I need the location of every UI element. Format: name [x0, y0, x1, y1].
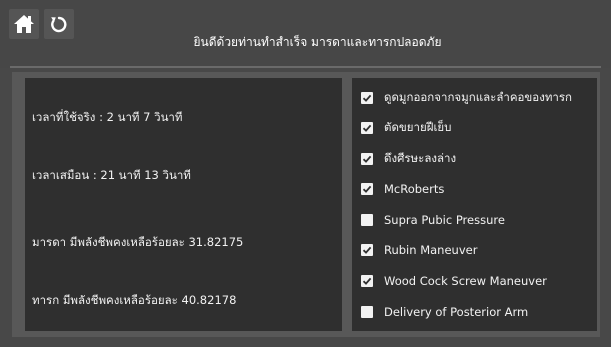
checklist-item-label: Rubin Maneuver	[384, 243, 478, 257]
restart-icon	[51, 16, 67, 33]
checklist-item-label: Supra Pubic Pressure	[384, 213, 505, 227]
checkbox	[361, 306, 373, 318]
checkbox	[361, 122, 373, 134]
checklist-panel: ดูดมูกออกจากจมูกและลำคอของทารก ตัดขยายฝี…	[352, 78, 597, 331]
checkmark-icon	[362, 185, 372, 193]
checklist-item-label: ดูดมูกออกจากจมูกและลำคอของทารก	[384, 90, 572, 104]
baby-life-stat: ทารก มีพลังชีพคงเหลือร้อยละ 40.82178	[32, 293, 237, 307]
mother-life-stat: มารดา มีพลังชีพคงเหลือร้อยละ 31.82175	[32, 235, 244, 249]
real-time-stat: เวลาที่ใช้จริง : 2 นาที 7 วินาที	[32, 110, 183, 124]
page-title: ยินดีด้วยท่านทำสำเร็จ มารดาและทารกปลอดภั…	[193, 35, 442, 49]
checklist-item: ตัดขยายฝีเย็บ	[361, 120, 451, 136]
top-bar: ยินดีด้วยท่านทำสำเร็จ มารดาและทารกปลอดภั…	[0, 0, 611, 68]
home-icon	[14, 15, 34, 33]
checkbox	[361, 214, 373, 226]
checklist-item: ดูดมูกออกจากจมูกและลำคอของทารก	[361, 90, 572, 106]
checklist-item-label: ตัดขยายฝีเย็บ	[384, 120, 452, 134]
checklist-item: McRoberts	[361, 181, 444, 197]
checkmark-icon	[362, 124, 372, 132]
checkbox	[361, 244, 373, 256]
checklist-item-label: McRoberts	[384, 182, 445, 196]
checklist-item-label: ดึงศีรษะลงล่าง	[384, 151, 457, 165]
checklist-item: Delivery of Posterior Arm	[361, 304, 528, 320]
checkmark-icon	[362, 277, 372, 285]
checklist-item-label: Wood Cock Screw Maneuver	[384, 274, 547, 288]
checklist-item: ดึงศีรษะลงล่าง	[361, 151, 456, 167]
checklist-item: Wood Cock Screw Maneuver	[361, 273, 547, 289]
checkbox	[361, 275, 373, 287]
checklist-item: Rubin Maneuver	[361, 242, 477, 258]
checkmark-icon	[362, 94, 372, 102]
checklist-item: Supra Pubic Pressure	[361, 212, 505, 228]
stats-panel: เวลาที่ใช้จริง : 2 นาที 7 วินาที เวลาเสม…	[25, 78, 342, 331]
checkbox	[361, 92, 373, 104]
checkmark-icon	[362, 155, 372, 163]
virtual-time-stat: เวลาเสมือน : 21 นาที 13 วินาที	[32, 168, 191, 182]
checklist-item-label: Delivery of Posterior Arm	[384, 305, 529, 319]
checkmark-icon	[362, 246, 372, 254]
checkbox	[361, 153, 373, 165]
checkbox	[361, 183, 373, 195]
header-divider	[10, 66, 601, 68]
